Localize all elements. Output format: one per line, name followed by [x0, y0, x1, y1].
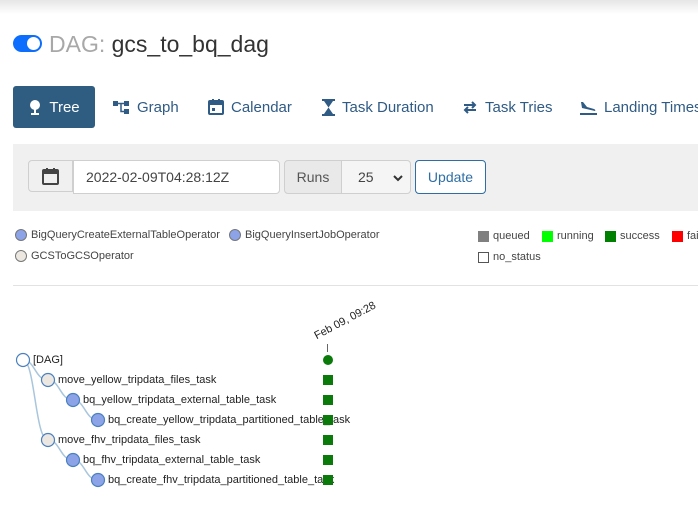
legend-state-success[interactable]: success — [605, 230, 660, 242]
top-nav-shadow — [0, 0, 698, 14]
task-label[interactable]: move_yellow_tripdata_files_task — [58, 373, 216, 387]
task-node-circle[interactable] — [90, 412, 106, 428]
operator-color-swatch — [15, 250, 27, 262]
tab-calendar[interactable]: Calendar — [208, 86, 292, 128]
state-color-swatch — [542, 230, 553, 242]
tree-icon — [30, 100, 41, 115]
page-title: DAG: gcs_to_bq_dag — [49, 30, 269, 58]
task-node-circle[interactable] — [90, 472, 106, 488]
run-date-tick — [327, 344, 328, 352]
run-date-header[interactable]: Feb 09, 09:28 — [312, 300, 378, 342]
hourglass-icon — [322, 98, 335, 116]
plane-landing-icon — [580, 102, 597, 115]
legend-operator: BigQueryCreateExternalTableOperator — [15, 229, 220, 241]
tab-label: Calendar — [231, 98, 292, 116]
tab-label: Tree — [49, 98, 80, 116]
state-label: running — [557, 230, 594, 242]
task-instance-square[interactable] — [323, 435, 333, 445]
tab-label: Task Duration — [342, 98, 434, 116]
base-date-input[interactable] — [73, 160, 280, 194]
dag-root-label[interactable]: [DAG] — [33, 353, 63, 367]
runs-value: 25 — [358, 169, 374, 185]
task-label[interactable]: bq_yellow_tripdata_external_table_task — [83, 393, 276, 407]
legend-operator: GCSToGCSOperator — [15, 250, 134, 262]
operator-color-swatch — [15, 229, 27, 241]
tab-tree[interactable]: Tree — [13, 86, 95, 128]
operator-label: BigQueryInsertJobOperator — [245, 229, 380, 241]
tab-task-duration[interactable]: Task Duration — [322, 86, 434, 128]
tab-label: Task Tries — [485, 98, 553, 116]
legend-state-no-status[interactable]: no_status — [478, 251, 541, 263]
date-picker-button[interactable] — [28, 160, 73, 192]
task-node-circle[interactable] — [40, 372, 56, 388]
state-color-swatch — [605, 230, 616, 242]
operator-label: GCSToGCSOperator — [31, 250, 134, 262]
task-label[interactable]: move_fhv_tripdata_files_task — [58, 433, 200, 447]
task-instance-square[interactable] — [323, 375, 333, 385]
legend-state-failed[interactable]: fai — [672, 230, 698, 242]
dag-run-status-circle[interactable] — [323, 355, 333, 365]
legend-state-queued[interactable]: queued — [478, 230, 530, 242]
update-button[interactable]: Update — [415, 160, 486, 194]
dag-name: gcs_to_bq_dag — [111, 31, 269, 57]
state-label: no_status — [493, 251, 541, 263]
task-node-circle[interactable] — [65, 452, 81, 468]
tab-graph[interactable]: Graph — [113, 86, 179, 128]
runs-select[interactable]: 25 — [341, 160, 411, 194]
tab-task-tries[interactable]: Task Tries — [462, 86, 553, 128]
state-label: queued — [493, 230, 530, 242]
task-instance-square[interactable] — [323, 395, 333, 405]
state-label: fai — [687, 230, 698, 242]
calendar-icon — [42, 167, 59, 185]
calendar-icon — [208, 99, 224, 115]
chevron-down-icon — [393, 175, 403, 182]
task-node-circle[interactable] — [65, 392, 81, 408]
runs-label: Runs — [284, 160, 342, 194]
task-instance-square[interactable] — [323, 455, 333, 465]
state-color-swatch — [478, 251, 489, 263]
tab-label: Landing Times — [604, 98, 698, 116]
dag-root-node[interactable] — [15, 352, 31, 368]
legend-state-running[interactable]: running — [542, 230, 594, 242]
task-label[interactable]: bq_fhv_tripdata_external_table_task — [83, 453, 260, 467]
state-label: success — [620, 230, 660, 242]
toggle-knob — [27, 37, 40, 50]
operator-color-swatch — [229, 229, 241, 241]
task-label[interactable]: bq_create_yellow_tripdata_partitioned_ta… — [108, 413, 350, 427]
task-label[interactable]: bq_create_fhv_tripdata_partitioned_table… — [108, 473, 334, 487]
operator-label: BigQueryCreateExternalTableOperator — [31, 229, 220, 241]
task-instance-square[interactable] — [323, 415, 333, 425]
graph-icon — [113, 100, 129, 114]
task-instance-square[interactable] — [323, 475, 333, 485]
task-node-circle[interactable] — [40, 432, 56, 448]
state-color-swatch — [478, 230, 489, 242]
tab-landing-times[interactable]: Landing Times — [580, 86, 698, 128]
divider — [13, 285, 698, 286]
repeat-icon — [463, 100, 477, 114]
legend-operator: BigQueryInsertJobOperator — [229, 229, 380, 241]
dag-pause-toggle[interactable] — [13, 35, 42, 52]
state-color-swatch — [672, 230, 683, 242]
tab-label: Graph — [137, 98, 179, 116]
dag-prefix: DAG: — [49, 31, 106, 57]
